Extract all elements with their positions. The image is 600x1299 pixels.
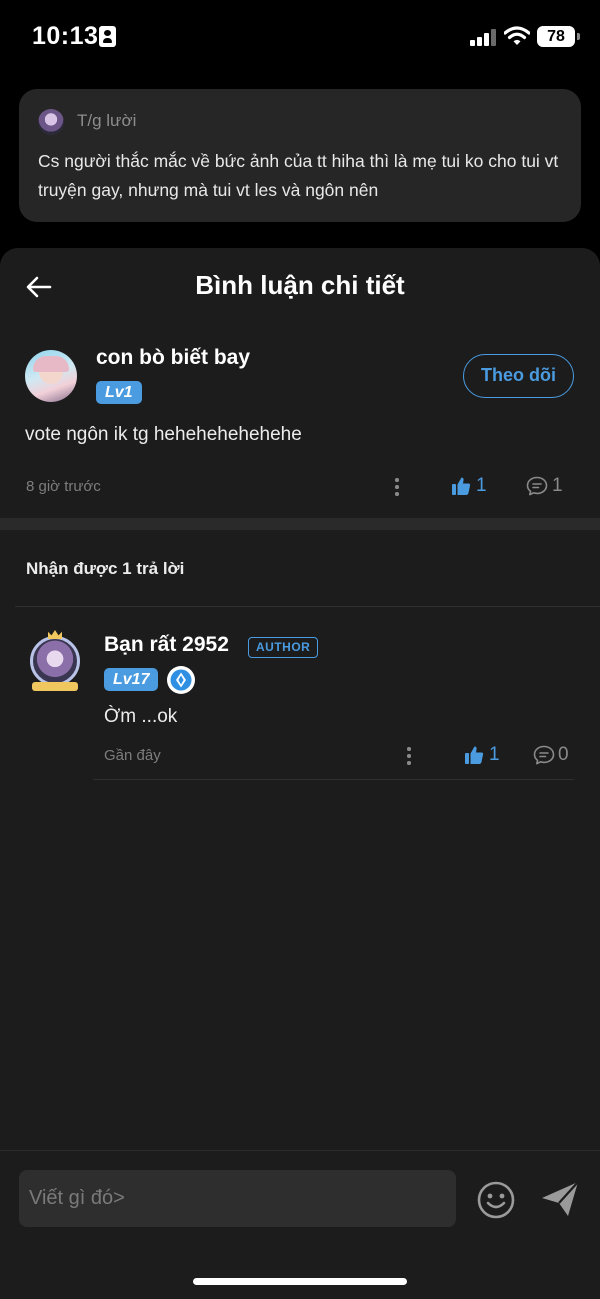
reply-username[interactable]: Bạn rất 2952	[104, 633, 229, 657]
reply-count: 0	[558, 744, 569, 765]
contact-card-icon	[99, 26, 116, 47]
reply-timestamp: Gần đây	[104, 747, 161, 764]
battery-icon: 78	[537, 26, 580, 47]
original-post-preview[interactable]: T/g lười Cs người thắc mắc về bức ảnh củ…	[19, 89, 581, 222]
home-indicator	[193, 1278, 407, 1285]
like-count: 1	[476, 475, 487, 496]
page-title: Bình luận chi tiết	[195, 270, 405, 300]
reply-text: Ờm ...ok	[104, 706, 178, 727]
reply-count: 1	[552, 475, 563, 496]
crown-icon	[48, 630, 62, 639]
comment-icon[interactable]	[533, 745, 555, 765]
comment-input[interactable]	[19, 1170, 456, 1227]
section-divider	[0, 518, 600, 530]
preview-author-avatar	[38, 109, 64, 135]
status-bar: 10:13 78	[0, 0, 600, 72]
level-badge: Lv1	[96, 381, 142, 404]
comment-text: vote ngôn ik tg hehehehehehehe	[25, 424, 302, 445]
thumbs-up-icon[interactable]	[464, 745, 484, 765]
wifi-icon	[504, 26, 530, 45]
comment-composer	[0, 1150, 600, 1299]
emoji-icon[interactable]	[476, 1180, 516, 1220]
status-time: 10:13	[32, 22, 99, 50]
commenter-avatar[interactable]	[25, 350, 77, 402]
reply-author-avatar[interactable]	[26, 630, 84, 692]
divider	[93, 779, 574, 780]
comment-timestamp: 8 giờ trước	[26, 478, 101, 495]
replies-heading: Nhận được 1 trả lời	[26, 559, 185, 578]
more-options-icon[interactable]	[406, 747, 412, 765]
send-icon[interactable]	[540, 1179, 580, 1219]
pen-badge-icon	[167, 666, 195, 694]
author-tag: AUTHOR	[248, 637, 319, 658]
comment-icon[interactable]	[526, 476, 548, 496]
more-options-icon[interactable]	[394, 478, 400, 496]
level-badge: Lv17	[104, 668, 159, 691]
preview-text: Cs người thắc mắc về bức ảnh của tt hiha…	[38, 151, 559, 200]
follow-button[interactable]: Theo dõi	[463, 354, 574, 398]
cellular-signal-icon	[470, 29, 496, 46]
comment-detail-sheet: Bình luận chi tiết con bò biết bay Lv1 T…	[0, 248, 600, 1299]
commenter-username[interactable]: con bò biết bay	[96, 346, 250, 370]
like-count: 1	[489, 744, 500, 765]
thumbs-up-icon[interactable]	[451, 476, 471, 496]
divider	[15, 606, 600, 607]
preview-author-name: T/g lười	[77, 111, 137, 130]
